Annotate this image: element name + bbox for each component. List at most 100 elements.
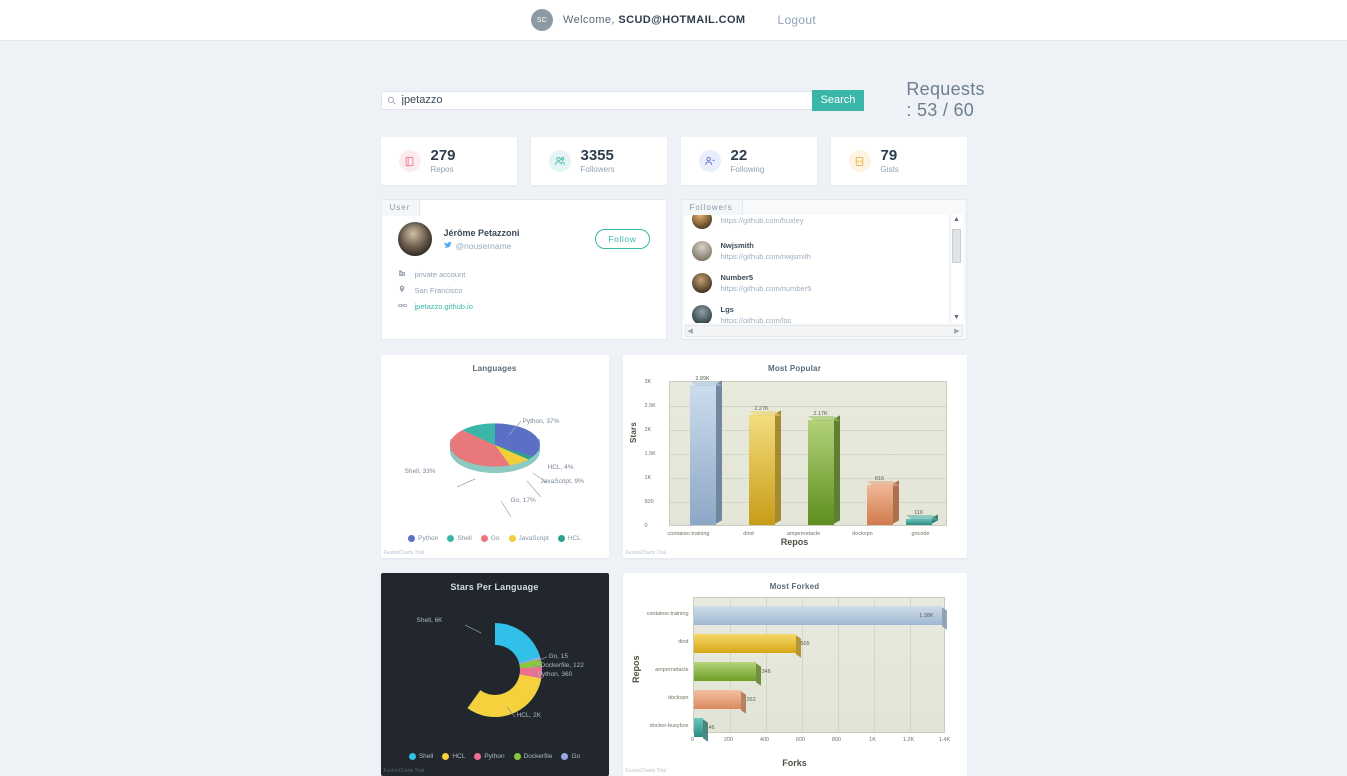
stat-card-gists[interactable]: 79 Gists	[830, 137, 967, 185]
bar[interactable]: 2.89K	[689, 376, 722, 525]
scroll-up-icon[interactable]: ▲	[953, 214, 960, 225]
follower-name: Nwjsmith	[720, 241, 754, 250]
y-axis-label: Stars	[628, 421, 638, 443]
legend-item[interactable]: HCL	[557, 535, 581, 542]
vertical-scrollbar[interactable]: ▲ ▼	[949, 214, 963, 323]
x-tick: 0	[690, 737, 695, 743]
legend-swatch	[474, 753, 482, 760]
stat-card-repos[interactable]: 279 Repos	[380, 137, 517, 185]
donut-label-go: Go, 15	[548, 653, 569, 660]
twitter-icon	[443, 241, 452, 251]
chart-title: Most Popular	[767, 364, 822, 373]
legend-item[interactable]: Shell	[408, 753, 433, 760]
follower-url[interactable]: https://github.com/huxley	[721, 216, 804, 225]
legend-item[interactable]: Dockerfile	[513, 753, 552, 760]
bar-value: 2.27K	[754, 406, 769, 412]
user-panel-tab[interactable]: User	[380, 199, 421, 216]
stat-label: Followers	[580, 165, 615, 175]
welcome-prefix: Welcome,	[562, 14, 615, 26]
bar[interactable]: 346	[693, 662, 771, 686]
chart-watermark: FusionCharts Trial	[383, 768, 425, 774]
donut-label-dockerfile: Dockerfile, 122	[540, 662, 584, 669]
followers-panel-tab[interactable]: Followers	[680, 199, 743, 216]
x-tick: 800	[831, 737, 842, 743]
logout-link[interactable]: Logout	[777, 13, 816, 27]
stat-value: 79	[880, 146, 898, 164]
legend-item[interactable]: Go	[561, 753, 580, 760]
follow-button[interactable]: Follow	[595, 229, 650, 249]
legend-item[interactable]: Shell	[447, 535, 472, 542]
list-item[interactable]: https://github.com/huxley	[685, 215, 948, 235]
user-detail-location: San Francisco	[398, 285, 650, 295]
donut-label-python: Python, 360	[537, 671, 573, 678]
scroll-left-icon[interactable]: ◀	[688, 327, 693, 335]
bar-value: 116	[914, 510, 923, 516]
search-box[interactable]	[380, 90, 813, 110]
location-icon	[398, 285, 407, 295]
legend-label: HCL	[567, 535, 581, 542]
legend-item[interactable]: JavaScript	[508, 535, 549, 542]
languages-pie-svg	[449, 423, 540, 473]
follower-avatar	[691, 215, 712, 229]
follower-name: Lgs	[720, 305, 734, 314]
x-tick: 1.2K	[902, 737, 915, 743]
legend-item[interactable]: Python	[408, 535, 438, 542]
languages-legend: Python Shell Go JavaScript HCL	[381, 535, 609, 542]
bar[interactable]: 2.17K	[807, 411, 840, 525]
stat-value: 22	[730, 146, 748, 164]
legend-item[interactable]: Python	[474, 753, 505, 760]
search-input[interactable]	[401, 91, 812, 109]
stat-card-following[interactable]: 22 Following	[680, 137, 817, 185]
scroll-right-icon[interactable]: ▶	[954, 327, 959, 335]
user-name: Jérôme Petazzoni	[443, 227, 520, 238]
list-item[interactable]: Lgs https://github.com/lgs	[685, 299, 948, 323]
pie-label-python: Python, 37%	[522, 418, 560, 425]
legend-label: Python	[418, 535, 439, 542]
list-item[interactable]: Number5 https://github.com/number5	[685, 267, 948, 299]
search-button[interactable]: Search	[811, 89, 865, 111]
y-tick: 3K	[644, 379, 652, 385]
stars-legend: Shell HCL Python Dockerfile Go	[381, 753, 609, 760]
bar-value: 2.17K	[813, 411, 828, 417]
pie-label-javascript: JavaScript, 9%	[540, 478, 584, 485]
y-tick: ampernetacle	[655, 667, 689, 673]
followers-list[interactable]: https://github.com/huxley Nwjsmith https…	[684, 215, 948, 323]
scroll-down-icon[interactable]: ▼	[953, 312, 960, 323]
follower-url[interactable]: https://github.com/nwjsmith	[721, 252, 811, 261]
bar[interactable]: 46	[693, 718, 715, 742]
follower-url[interactable]: https://github.com/lgs	[721, 316, 792, 323]
follower-url[interactable]: https://github.com/number5	[721, 284, 812, 293]
legend-swatch	[480, 535, 488, 542]
stat-value: 279	[430, 146, 456, 164]
bar[interactable]: 2.27K	[748, 406, 781, 525]
bar[interactable]: 262	[693, 690, 756, 714]
stat-label: Following	[730, 165, 765, 175]
requests-counter: Requests : 53 / 60	[906, 79, 985, 120]
welcome-text: Welcome, SCUD@HOTMAIL.COM	[563, 14, 746, 26]
book-icon	[398, 150, 421, 172]
y-tick: container.training	[646, 611, 689, 617]
list-item[interactable]: Nwjsmith https://github.com/nwjsmith	[685, 235, 948, 267]
bar[interactable]: 1.38K	[693, 606, 947, 630]
scrollbar-thumb[interactable]	[952, 229, 961, 263]
chart-title: Stars Per Language	[450, 582, 539, 592]
user-profile-picture	[397, 222, 432, 256]
legend-label: Python	[484, 753, 505, 760]
bar[interactable]: 116	[905, 510, 938, 525]
legend-item[interactable]: HCL	[442, 753, 465, 760]
location-text: San Francisco	[414, 285, 463, 295]
pie-label-go: Go, 17%	[510, 497, 536, 504]
bar[interactable]: 565	[693, 634, 810, 658]
chart-watermark: FusionCharts Trial	[625, 768, 667, 774]
legend-item[interactable]: Go	[480, 535, 500, 542]
bar[interactable]: 816	[866, 476, 899, 525]
blog-link[interactable]: jpetazzo.github.io	[415, 302, 473, 311]
chart-watermark: FusionCharts Trial	[625, 550, 667, 556]
legend-swatch	[561, 753, 569, 760]
stat-card-followers[interactable]: 3355 Followers	[530, 137, 667, 185]
legend-swatch	[508, 535, 516, 542]
legend-swatch	[447, 535, 455, 542]
horizontal-scrollbar[interactable]: ◀ ▶	[684, 325, 963, 337]
chart-watermark: FusionCharts Trial	[383, 550, 425, 556]
user-detail-blog[interactable]: jpetazzo.github.io	[397, 301, 650, 312]
